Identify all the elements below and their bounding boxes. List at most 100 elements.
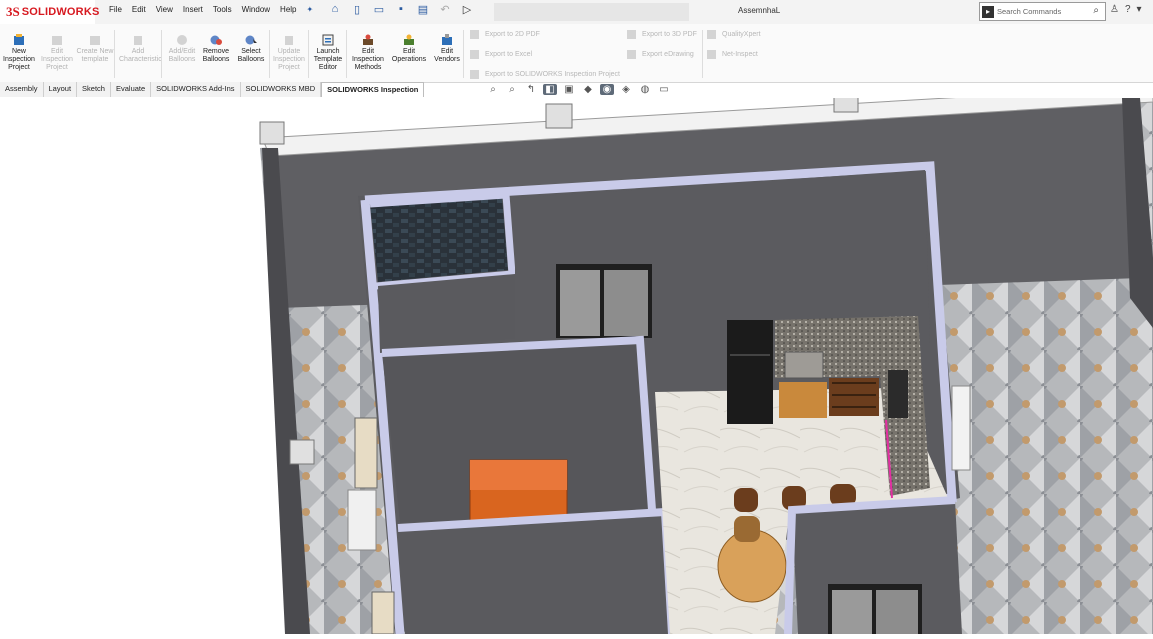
right-side-counter xyxy=(951,385,971,471)
view-settings-icon[interactable]: ▭ xyxy=(657,84,671,95)
zoom-to-fit-icon[interactable]: ⌕ xyxy=(486,84,500,95)
left-side-counter xyxy=(347,489,377,551)
export-list-3: QualityXpert Net-Inspect xyxy=(707,24,761,64)
button-label: Select Balloons xyxy=(237,48,265,63)
pillar-cap xyxy=(545,103,573,129)
search-icon[interactable]: ⌕ xyxy=(1093,5,1099,16)
button-label: Edit Inspection Project xyxy=(41,48,73,71)
export-excel-item[interactable]: Export to Excel xyxy=(470,44,620,64)
title-bar: 3S SOLIDWORKS File Edit View Insert Tool… xyxy=(0,0,1153,25)
net-inspect-item[interactable]: Net-Inspect xyxy=(707,44,761,64)
display-style-icon[interactable]: ◆ xyxy=(581,84,595,95)
tab-mbd[interactable]: SOLIDWORKS MBD xyxy=(240,82,322,97)
select-balloons-button[interactable]: Select Balloons xyxy=(232,34,270,64)
button-label: Create New template xyxy=(76,48,114,63)
select-balloon-icon xyxy=(245,35,257,45)
sink-cabinet xyxy=(779,382,827,418)
tab-assembly[interactable]: Assembly xyxy=(0,82,44,97)
hide-show-icon[interactable]: ◉ xyxy=(600,84,614,95)
heads-up-view-toolbar: ⌕ ⌕ ↰ ◧ ▣ ◆ ◉ ◈ ◍ ▭ xyxy=(486,84,671,95)
open-file-icon[interactable]: ▭ xyxy=(370,3,388,16)
export-inspection-project-item[interactable]: Export to SOLIDWORKS Inspection Project xyxy=(470,64,620,84)
tab-addins[interactable]: SOLIDWORKS Add-Ins xyxy=(151,82,241,97)
view-orientation-icon[interactable]: ▣ xyxy=(562,84,576,95)
menu-window[interactable]: Window xyxy=(237,5,275,14)
item-label: Export to Excel xyxy=(485,50,533,58)
previous-view-icon[interactable]: ↰ xyxy=(524,84,538,95)
remove-balloons-button[interactable]: Remove Balloons xyxy=(197,34,235,64)
export-edrawing-item[interactable]: Export eDrawing xyxy=(627,44,697,64)
home-icon[interactable]: ⌂ xyxy=(326,3,344,16)
zoom-area-icon[interactable]: ⌕ xyxy=(505,84,519,95)
export-list-2: Export to 3D PDF Export eDrawing xyxy=(627,24,697,64)
dropdown-icon[interactable]: ▾ xyxy=(1137,4,1142,15)
edrawing-icon xyxy=(627,49,636,59)
tab-inspection[interactable]: SOLIDWORKS Inspection xyxy=(321,82,425,97)
update-icon xyxy=(285,36,293,45)
section-view-icon[interactable]: ◧ xyxy=(543,84,557,95)
pdf-icon xyxy=(470,29,479,39)
scene-icon[interactable]: ◍ xyxy=(638,84,652,95)
export-list-1: Export to 2D PDF Export to Excel Export … xyxy=(470,24,620,84)
button-label: Launch Template Editor xyxy=(313,48,343,71)
qualityxpert-item[interactable]: QualityXpert xyxy=(707,24,761,44)
item-label: Export to 3D PDF xyxy=(642,30,697,38)
edit-inspection-methods-button[interactable]: Edit Inspection Methods xyxy=(349,34,387,72)
edit-vendors-button[interactable]: Edit Vendors xyxy=(428,34,466,64)
edit-inspection-project-button[interactable]: Edit Inspection Project xyxy=(38,34,76,72)
user-icon[interactable]: ♙ xyxy=(1110,4,1119,15)
pin-icon[interactable]: ✦ xyxy=(302,5,319,14)
edit-appearance-icon[interactable]: ◈ xyxy=(619,84,633,95)
add-characteristic-button[interactable]: Add Characteristic xyxy=(119,34,162,64)
excel-icon xyxy=(470,49,479,59)
select-icon[interactable]: ▷ xyxy=(458,3,476,16)
menu-insert[interactable]: Insert xyxy=(178,5,208,14)
item-label: Export to 2D PDF xyxy=(485,30,540,38)
launch-template-editor-button[interactable]: Launch Template Editor xyxy=(309,34,347,72)
button-label: Update Inspection Project xyxy=(273,48,305,71)
create-new-template-button[interactable]: Create New template xyxy=(76,34,114,64)
solidworks-logo[interactable]: 3S SOLIDWORKS xyxy=(0,0,99,24)
add-edit-balloons-button[interactable]: Add/Edit Balloons xyxy=(163,34,201,64)
vendors-icon xyxy=(442,34,452,45)
help-icon[interactable]: ? xyxy=(1125,4,1131,15)
item-label: QualityXpert xyxy=(722,30,761,38)
save-icon[interactable]: ▪ xyxy=(392,3,410,16)
characteristic-icon xyxy=(134,36,142,45)
menu-tools[interactable]: Tools xyxy=(208,5,237,14)
inspection-project-icon xyxy=(470,69,479,79)
operations-icon xyxy=(404,34,414,45)
menu-view[interactable]: View xyxy=(151,5,178,14)
balloon-icon xyxy=(177,35,187,45)
new-inspection-project-button[interactable]: New Inspection Project xyxy=(0,34,38,72)
menu-edit[interactable]: Edit xyxy=(127,5,151,14)
tab-sketch[interactable]: Sketch xyxy=(77,82,111,97)
edit-operations-button[interactable]: Edit Operations xyxy=(390,34,428,64)
update-inspection-project-button[interactable]: Update Inspection Project xyxy=(270,34,308,72)
new-file-icon[interactable]: ▯ xyxy=(348,3,366,16)
print-icon[interactable]: ▤ xyxy=(414,3,432,16)
graphics-viewport[interactable] xyxy=(0,85,1153,635)
export-2d-pdf-item[interactable]: Export to 2D PDF xyxy=(470,24,620,44)
item-label: Net-Inspect xyxy=(722,50,758,58)
menu-help[interactable]: Help xyxy=(275,5,301,14)
search-commands-box[interactable]: ▸ Search Commands ⌕ xyxy=(979,2,1106,21)
brand-name: SOLIDWORKS xyxy=(21,6,100,18)
template-icon xyxy=(90,36,100,45)
button-label: Remove Balloons xyxy=(202,48,230,63)
command-search-icon: ▸ xyxy=(982,5,994,18)
button-label: Add Characteristic xyxy=(119,48,162,63)
house-model-render[interactable] xyxy=(0,85,1153,635)
menu-file[interactable]: File xyxy=(104,5,127,14)
ribbon-separator xyxy=(346,30,347,78)
document-title: AssemnhaL xyxy=(738,6,781,15)
sink xyxy=(784,351,824,379)
undo-icon[interactable]: ↶ xyxy=(436,3,454,16)
tab-evaluate[interactable]: Evaluate xyxy=(110,82,152,97)
export-3d-pdf-item[interactable]: Export to 3D PDF xyxy=(627,24,697,44)
cooktop xyxy=(888,370,908,418)
ribbon-separator xyxy=(702,30,703,78)
chair-icon xyxy=(734,516,760,542)
tab-layout[interactable]: Layout xyxy=(43,82,78,97)
door-panel-right xyxy=(604,270,648,336)
